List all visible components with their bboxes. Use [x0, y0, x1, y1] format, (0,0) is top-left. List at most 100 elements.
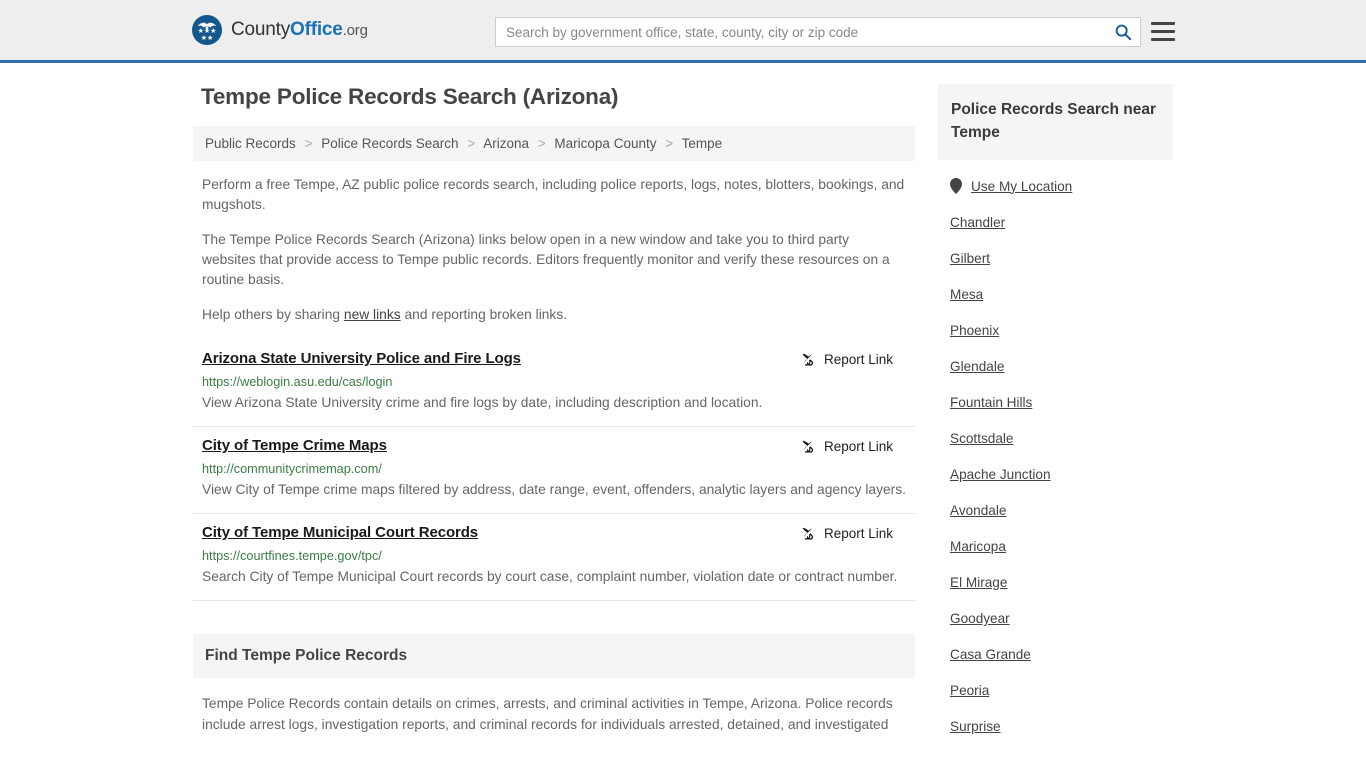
find-records-header: Find Tempe Police Records	[193, 634, 915, 678]
sidebar-item-mesa[interactable]: Mesa	[950, 287, 1173, 302]
result-url[interactable]: http://communitycrimemap.com/	[202, 462, 906, 476]
search-input[interactable]	[496, 18, 1106, 46]
breadcrumb-separator: >	[665, 136, 674, 151]
result-header: Arizona State University Police and Fire…	[202, 350, 906, 368]
brand-wordmark: CountyOffice.org	[231, 19, 368, 41]
intro-paragraph-1: Perform a free Tempe, AZ public police r…	[202, 177, 905, 212]
use-my-location-link[interactable]: Use My Location	[971, 179, 1072, 194]
brand-county: County	[231, 19, 291, 40]
result-url[interactable]: https://weblogin.asu.edu/cas/login	[202, 375, 906, 389]
report-link-label: Report Link	[823, 439, 893, 454]
city-link[interactable]: El Mirage	[950, 575, 1007, 590]
breadcrumb-item-police-records-search[interactable]: Police Records Search	[321, 136, 458, 151]
sidebar-item-peoria[interactable]: Peoria	[950, 683, 1173, 698]
city-link[interactable]: Maricopa	[950, 539, 1006, 554]
breadcrumb-separator: >	[467, 136, 476, 151]
breadcrumb: Public Records > Police Records Search >…	[193, 126, 915, 161]
result-title-link[interactable]: City of Tempe Municipal Court Records	[202, 524, 478, 541]
hamburger-menu-icon[interactable]	[1151, 21, 1175, 42]
sidebar-item-avondale[interactable]: Avondale	[950, 503, 1173, 518]
report-link-button[interactable]: Report Link	[800, 351, 893, 368]
city-link[interactable]: Gilbert	[950, 251, 990, 266]
result-description: Search City of Tempe Municipal Court rec…	[202, 569, 898, 584]
breadcrumb-item-arizona[interactable]: Arizona	[483, 136, 529, 151]
intro-paragraph-3: Help others by sharing new links and rep…	[202, 305, 906, 325]
sidebar-item-el-mirage[interactable]: El Mirage	[950, 575, 1173, 590]
sidebar-item-goodyear[interactable]: Goodyear	[950, 611, 1173, 626]
search-bar[interactable]	[495, 17, 1141, 47]
result-description: View Arizona State University crime and …	[202, 395, 763, 410]
sidebar-item-use-my-location[interactable]: Use My Location	[950, 178, 1173, 194]
city-link[interactable]: Goodyear	[950, 611, 1010, 626]
result-description: View City of Tempe crime maps filtered b…	[202, 482, 907, 497]
breadcrumb-separator: >	[537, 136, 546, 151]
find-records-body: Tempe Police Records contain details on …	[202, 696, 893, 732]
broken-link-icon	[801, 526, 816, 541]
brand-org: .org	[342, 22, 368, 39]
content-container: Tempe Police Records Search (Arizona) Pu…	[193, 84, 1173, 755]
breadcrumb-item-maricopa-county[interactable]: Maricopa County	[554, 136, 656, 151]
intro-p3-before: Help others by sharing	[202, 307, 344, 322]
sidebar: Police Records Search near Tempe Use My …	[938, 84, 1173, 755]
sidebar-item-scottsdale[interactable]: Scottsdale	[950, 431, 1173, 446]
sidebar-item-surprise[interactable]: Surprise	[950, 719, 1173, 734]
result-item: Arizona State University Police and Fire…	[193, 340, 915, 427]
intro-p3-after: and reporting broken links.	[400, 307, 568, 322]
sidebar-item-gilbert[interactable]: Gilbert	[950, 251, 1173, 266]
report-link-button[interactable]: Report Link	[800, 525, 893, 542]
result-header: City of Tempe Crime Maps Report Link	[202, 437, 906, 455]
broken-link-icon	[801, 352, 816, 367]
page-title: Tempe Police Records Search (Arizona)	[201, 84, 619, 109]
sidebar-city-list: Use My Location Chandler Gilbert Mesa Ph…	[938, 160, 1173, 734]
sidebar-header: Police Records Search near Tempe	[938, 84, 1173, 160]
main-column: Tempe Police Records Search (Arizona) Pu…	[193, 84, 915, 735]
broken-link-icon	[801, 439, 816, 454]
city-link[interactable]: Glendale	[950, 359, 1004, 374]
city-link[interactable]: Apache Junction	[950, 467, 1051, 482]
seal-stars: ★★★ ★★	[197, 28, 217, 42]
report-link-button[interactable]: Report Link	[800, 438, 893, 455]
search-button[interactable]	[1106, 18, 1140, 46]
hamburger-bar	[1151, 30, 1175, 33]
brand-office: Office	[290, 19, 343, 40]
city-link[interactable]: Scottsdale	[950, 431, 1013, 446]
result-url[interactable]: https://courtfines.tempe.gov/tpc/	[202, 549, 906, 563]
city-link[interactable]: Phoenix	[950, 323, 999, 338]
breadcrumb-separator: >	[304, 136, 313, 151]
city-link[interactable]: Peoria	[950, 683, 989, 698]
sidebar-item-phoenix[interactable]: Phoenix	[950, 323, 1173, 338]
result-header: City of Tempe Municipal Court Records Re…	[202, 524, 906, 542]
eagle-seal-icon: ★★★ ★★	[192, 15, 222, 45]
city-link[interactable]: Surprise	[950, 719, 1001, 734]
site-logo[interactable]: ★★★ ★★ CountyOffice.org	[192, 15, 368, 45]
sidebar-item-fountain-hills[interactable]: Fountain Hills	[950, 395, 1173, 410]
hamburger-bar	[1151, 22, 1175, 25]
result-title-link[interactable]: City of Tempe Crime Maps	[202, 437, 387, 454]
result-item: City of Tempe Crime Maps Report Link htt…	[193, 427, 915, 514]
intro-section: Perform a free Tempe, AZ public police r…	[193, 175, 915, 325]
result-title-link[interactable]: Arizona State University Police and Fire…	[202, 350, 521, 367]
sidebar-heading: Police Records Search near Tempe	[951, 101, 1157, 141]
page-body: Tempe Police Records Search (Arizona) Pu…	[0, 63, 1366, 755]
breadcrumb-item-tempe[interactable]: Tempe	[682, 136, 723, 151]
city-link[interactable]: Avondale	[950, 503, 1006, 518]
sidebar-item-chandler[interactable]: Chandler	[950, 215, 1173, 230]
sidebar-item-maricopa[interactable]: Maricopa	[950, 539, 1173, 554]
new-links-link[interactable]: new links	[344, 307, 401, 322]
sidebar-item-casa-grande[interactable]: Casa Grande	[950, 647, 1173, 662]
report-link-label: Report Link	[823, 526, 893, 541]
site-header: ★★★ ★★ CountyOffice.org	[0, 0, 1366, 63]
sidebar-item-apache-junction[interactable]: Apache Junction	[950, 467, 1173, 482]
result-item: City of Tempe Municipal Court Records Re…	[193, 514, 915, 601]
results-list: Arizona State University Police and Fire…	[193, 340, 915, 601]
map-pin-icon	[950, 178, 962, 194]
hamburger-bar	[1151, 38, 1175, 41]
find-records-heading: Find Tempe Police Records	[205, 647, 408, 664]
city-link[interactable]: Fountain Hills	[950, 395, 1032, 410]
city-link[interactable]: Mesa	[950, 287, 983, 302]
city-link[interactable]: Chandler	[950, 215, 1005, 230]
sidebar-item-glendale[interactable]: Glendale	[950, 359, 1173, 374]
city-link[interactable]: Casa Grande	[950, 647, 1031, 662]
breadcrumb-item-public-records[interactable]: Public Records	[205, 136, 296, 151]
search-icon	[1115, 24, 1132, 41]
